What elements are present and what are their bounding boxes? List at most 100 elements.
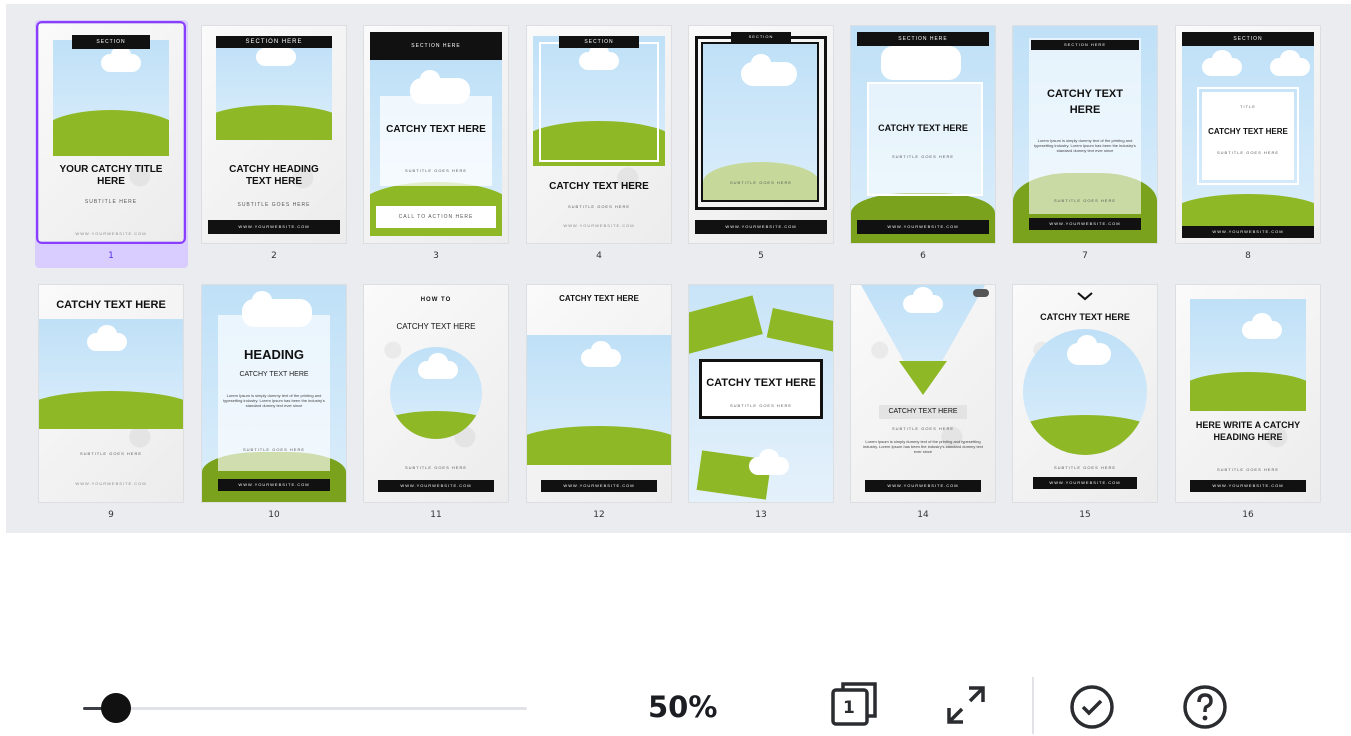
page-subtitle: SUBTITLE GOES HERE [1053, 198, 1116, 203]
cloud [1202, 50, 1242, 76]
section-bar: SECTION HERE [857, 32, 989, 46]
footer-bar: WWW.YOURWEBSITE.COM [857, 220, 989, 234]
page-thumbnail-12[interactable]: CATCHY TEXT HERE WWW.YOURWEBSITE.COM [527, 285, 671, 502]
zoom-slider-track[interactable] [83, 707, 527, 710]
page-number-3: 3 [433, 251, 439, 261]
page-subtitle: SUBTITLE GOES HERE [1053, 465, 1116, 470]
footer-bar: WWW.YOURWEBSITE.COM [208, 220, 340, 234]
page-number-12: 12 [593, 510, 605, 520]
page-number-11: 11 [430, 510, 442, 520]
cloud [418, 353, 458, 379]
page-7-background: SECTION HERE CATCHY TEXT HERE Lorem Ipsu… [1013, 26, 1157, 243]
black-frame-inner [701, 42, 819, 202]
page-13-background: CATCHY TEXT HERE SUBTITLE GOES HERE [689, 285, 833, 502]
cloud [581, 341, 621, 367]
page-thumbnail-14[interactable]: CATCHY TEXT HERE SUBTITLE GOES HERE Lore… [851, 285, 995, 502]
page-2-background: SECTION HERE CATCHY HEADING TEXT HERE SU… [202, 26, 346, 243]
white-frame [539, 42, 659, 162]
help-icon[interactable] [1181, 683, 1229, 731]
page-footer: WWW.YOURWEBSITE.COM [75, 481, 147, 486]
hill [1023, 414, 1147, 455]
section-bar: SECTION HERE [1031, 40, 1139, 50]
cloud [1270, 50, 1310, 76]
page-number-13: 13 [755, 510, 767, 520]
page-subtitle: SUBTITLE GOES HERE [79, 451, 142, 456]
page-thumbnail-8[interactable]: SECTION TITLE CATCHY TEXT HERE SUBTITLE … [1176, 26, 1320, 243]
page-12-background: CATCHY TEXT HERE WWW.YOURWEBSITE.COM [527, 285, 671, 502]
footer-bar: WWW.YOURWEBSITE.COM [1033, 477, 1137, 489]
cloud [1242, 313, 1282, 339]
hill [53, 109, 169, 156]
page-thumbnail-5[interactable]: SECTION SUBTITLE GOES HERE WWW.YOURWEBSI… [689, 26, 833, 243]
page-footer: WWW.YOURWEBSITE.COM [563, 223, 635, 228]
page-thumbnail-10[interactable]: HEADING CATCHY TEXT HERE Lorem Ipsum is … [202, 285, 346, 502]
page-number-7: 7 [1082, 251, 1088, 261]
page-count-label: 1 [843, 698, 855, 718]
page-thumbnail-11[interactable]: HOW TO CATCHY TEXT HERE SUBTITLE GOES HE… [364, 285, 508, 502]
landscape-image [527, 335, 671, 465]
small-title: HOW TO [420, 297, 452, 303]
page-title: CATCHY TEXT HERE [559, 294, 639, 303]
cloud [749, 449, 789, 475]
page-title: CATCHY TEXT HERE [1040, 312, 1130, 322]
page-count-icon[interactable]: 1 [829, 678, 881, 730]
page-thumbnail-16[interactable]: HERE WRITE A CATCHY HEADING HERE SUBTITL… [1176, 285, 1320, 502]
expand-icon[interactable] [943, 682, 989, 728]
section-bar: SECTION [72, 35, 150, 49]
page-3-background: SECTION HERE CATCHY TEXT HERE SUBTITLE G… [364, 26, 508, 243]
page-5-background: SECTION SUBTITLE GOES HERE WWW.YOURWEBSI… [689, 26, 833, 243]
photo-strip [766, 308, 833, 352]
page-subtitle-2: CATCHY TEXT HERE [239, 371, 309, 378]
page-thumbnail-1[interactable]: SECTION YOUR CATCHY TITLE HERE SUBTITLE … [36, 21, 186, 244]
page-1-background: SECTION YOUR CATCHY TITLE HERE SUBTITLE … [39, 24, 183, 241]
footer-bar: WWW.YOURWEBSITE.COM [541, 480, 657, 492]
page-subtitle: SUBTITLE GOES HERE [567, 204, 630, 209]
page-thumbnail-2[interactable]: SECTION HERE CATCHY HEADING TEXT HERE SU… [202, 26, 346, 243]
text-overlay [867, 82, 983, 196]
page-thumbnail-7[interactable]: SECTION HERE CATCHY TEXT HERE Lorem Ipsu… [1013, 26, 1157, 243]
page-title: YOUR CATCHY TITLE HERE [59, 164, 163, 187]
section-bar: SECTION [731, 32, 791, 42]
page-number-4: 4 [596, 251, 602, 261]
cloud [1067, 335, 1111, 365]
page-thumbnail-9[interactable]: CATCHY TEXT HERE SUBTITLE GOES HERE WWW.… [39, 285, 183, 502]
section-bar: SECTION [1182, 32, 1314, 46]
page-thumbnail-13[interactable]: CATCHY TEXT HERE SUBTITLE GOES HERE [689, 285, 833, 502]
page-thumbnail-6[interactable]: SECTION HERE CATCHY TEXT HERE SUBTITLE G… [851, 26, 995, 243]
page-title: CATCHY TEXT HERE [706, 377, 816, 389]
circle-image [1023, 329, 1147, 455]
page-14-background: CATCHY TEXT HERE SUBTITLE GOES HERE Lore… [851, 285, 995, 502]
page-4-background: SECTION CATCHY TEXT HERE SUBTITLE GOES H… [527, 26, 671, 243]
page-subtitle: SUBTITLE GOES HERE [242, 447, 305, 452]
zoom-slider-thumb[interactable] [101, 693, 131, 723]
page-11-background: HOW TO CATCHY TEXT HERE SUBTITLE GOES HE… [364, 285, 508, 502]
cloud [256, 40, 296, 66]
page-subtitle: SUBTITLE GOES HERE [1216, 467, 1279, 472]
hill [39, 390, 183, 429]
page-thumbnail-3[interactable]: SECTION HERE CATCHY TEXT HERE SUBTITLE G… [364, 26, 508, 243]
page-body: Lorem Ipsum is simply dummy text of the … [223, 393, 325, 408]
page-title: CATCHY TEXT HERE [386, 124, 486, 135]
page-title: CATCHY TEXT HERE [888, 408, 958, 415]
page-thumbnail-15[interactable]: CATCHY TEXT HERE SUBTITLE GOES HERE WWW.… [1013, 285, 1157, 502]
photo-strip [689, 295, 763, 355]
footer-bar: WWW.YOURWEBSITE.COM [1029, 218, 1141, 230]
page-title: CATCHY TEXT HERE [396, 322, 476, 331]
cloud [87, 325, 127, 351]
page-title: CATCHY TEXT HERE [56, 299, 166, 311]
page-subtitle: SUBTITLE GOES HERE [891, 154, 954, 159]
page-subtitle: SUBTITLE GOES HERE [891, 426, 954, 431]
section-bar: SECTION [559, 36, 639, 48]
circle-image [390, 347, 482, 439]
page-body: Lorem Ipsum is simply dummy text of the … [863, 439, 983, 454]
check-circle-icon[interactable] [1068, 683, 1116, 731]
page-10-background: HEADING CATCHY TEXT HERE Lorem Ipsum is … [202, 285, 346, 502]
zoom-level-label[interactable]: 50% [648, 690, 717, 724]
footer-bar: WWW.YOURWEBSITE.COM [865, 480, 981, 492]
hill [390, 411, 482, 439]
page-6-background: SECTION HERE CATCHY TEXT HERE SUBTITLE G… [851, 26, 995, 243]
page-title: CATCHY TEXT HERE [1208, 127, 1288, 136]
page-title: CATCHY HEADING TEXT HERE [229, 164, 319, 187]
text-overlay [1029, 38, 1141, 214]
page-thumbnail-4[interactable]: SECTION CATCHY TEXT HERE SUBTITLE GOES H… [527, 26, 671, 243]
